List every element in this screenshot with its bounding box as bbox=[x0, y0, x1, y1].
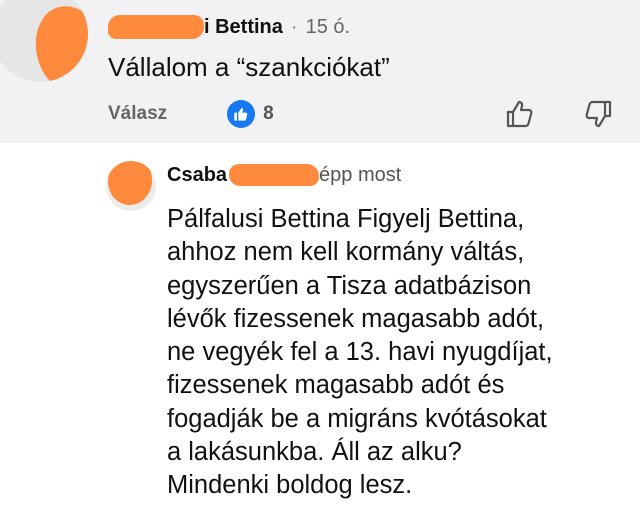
reply-comment: Csaba épp most Pálfalusi Bettina Figyelj… bbox=[0, 143, 640, 528]
avatar[interactable] bbox=[106, 161, 156, 211]
comment-actions: Válasz 8 bbox=[108, 98, 618, 130]
text-line: fogadják be a migráns kvótásokat bbox=[167, 404, 547, 433]
like-count: 8 bbox=[263, 103, 274, 124]
redaction-mark bbox=[108, 161, 152, 205]
text-line: Pálfalusi Bettina Figyelj Bettina, bbox=[167, 205, 525, 233]
timestamp[interactable]: 15 ó. bbox=[306, 16, 350, 39]
comment-header: Csaba épp most bbox=[167, 161, 401, 189]
like-badge-icon[interactable] bbox=[227, 100, 256, 128]
text-line: egyszerűen a Tisza adatbázison bbox=[167, 271, 532, 300]
comment-text: Vállalom a “szankciókat” bbox=[108, 52, 390, 82]
comment-text: Pálfalusi Bettina Figyelj Bettina, ahhoz… bbox=[167, 203, 627, 503]
text-line: ne vegyék fel a 13. havi nyugdíjat, bbox=[167, 338, 553, 367]
text-line: lévők fizessenek magasabb adót, bbox=[167, 304, 545, 333]
name-redaction bbox=[108, 15, 204, 39]
thumbs-up-icon[interactable] bbox=[504, 98, 536, 130]
text-line: fizessenek magasabb adót és bbox=[167, 371, 505, 400]
redaction-mark bbox=[30, 1, 88, 82]
text-line: Mindenki boldog lesz. bbox=[167, 471, 413, 500]
author-name[interactable]: Csaba bbox=[167, 164, 227, 187]
name-redaction bbox=[229, 164, 320, 186]
avatar[interactable] bbox=[0, 0, 88, 82]
comment-header: i Bettina · 15 ó. bbox=[108, 13, 350, 41]
text-line: ahhoz nem kell kormány váltás, bbox=[167, 238, 525, 267]
timestamp[interactable]: épp most bbox=[319, 164, 401, 187]
author-name[interactable]: i Bettina bbox=[204, 16, 283, 39]
top-comment: i Bettina · 15 ó. Vállalom a “szankcióka… bbox=[0, 0, 640, 143]
reply-button[interactable]: Válasz bbox=[108, 103, 167, 125]
separator-dot: · bbox=[290, 15, 298, 38]
text-line: a lakásunkba. Áll az alku? bbox=[167, 438, 462, 467]
thumbs-down-icon[interactable] bbox=[582, 98, 614, 130]
